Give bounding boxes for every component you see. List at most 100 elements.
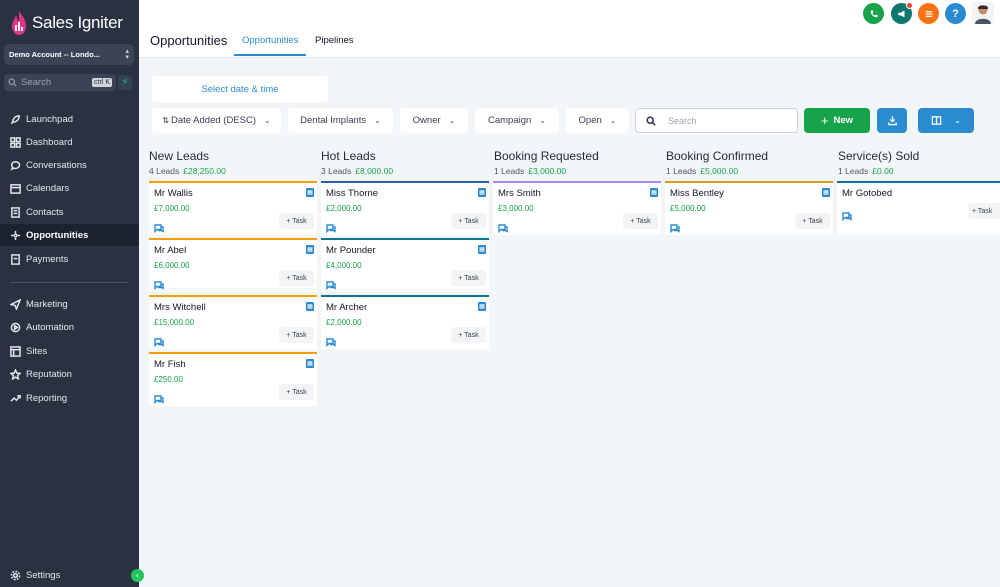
sidebar-item-marketing[interactable]: Marketing: [0, 293, 139, 315]
opportunity-card[interactable]: Mrs Witchell £15,000.00 ▦ + Task: [149, 295, 317, 349]
star-icon: [9, 368, 21, 380]
calendar-icon[interactable]: ▦: [306, 359, 314, 368]
card-name: Miss Bentley: [670, 188, 724, 199]
chevron-down-icon: ⌄: [954, 116, 961, 125]
sidebar-item-dashboard[interactable]: Dashboard: [0, 131, 139, 153]
chat-icon[interactable]: [154, 220, 164, 234]
owner-dropdown[interactable]: Owner ⌄: [400, 108, 468, 133]
add-task-button[interactable]: + Task: [623, 213, 658, 229]
add-task-button[interactable]: + Task: [968, 203, 1000, 219]
opportunity-card[interactable]: Mr Wallis £7,000.00 ▦ + Task: [149, 181, 317, 235]
chat-icon[interactable]: [326, 334, 336, 348]
column-total: £8,000.00: [355, 166, 394, 176]
add-task-button[interactable]: + Task: [451, 213, 486, 229]
chat-icon[interactable]: [154, 334, 164, 348]
sidebar-item-automation[interactable]: Automation: [0, 316, 139, 338]
new-opportunity-button[interactable]: + New: [804, 108, 870, 133]
sidebar: Sales Igniter Demo Account -- Londo... ▴…: [0, 0, 139, 587]
card-name: Mrs Smith: [498, 188, 541, 199]
chevron-down-icon: ⌄: [609, 116, 617, 125]
opportunity-card[interactable]: Mr Abel £6,000.00 ▦ + Task: [149, 238, 317, 292]
user-avatar[interactable]: [972, 2, 994, 24]
collapse-sidebar-button[interactable]: ‹: [131, 569, 144, 582]
card-name: Mr Pounder: [326, 245, 376, 256]
opportunity-card[interactable]: Mr Gotobed + Task: [837, 181, 1000, 235]
calendar-icon[interactable]: ▦: [478, 302, 486, 311]
phone-icon[interactable]: [863, 3, 884, 24]
add-task-button[interactable]: + Task: [279, 213, 314, 229]
plus-icon: +: [820, 113, 829, 128]
opportunity-card[interactable]: Mr Archer £2,000.00 ▦ + Task: [321, 295, 489, 349]
opportunity-card[interactable]: Miss Thorne £2,000.00 ▦ + Task: [321, 181, 489, 235]
chat-icon[interactable]: [498, 220, 508, 234]
tab-opportunities[interactable]: Opportunities: [242, 35, 299, 46]
campaign-dropdown[interactable]: Campaign ⌄: [475, 108, 559, 133]
sidebar-item-payments[interactable]: Payments: [0, 248, 139, 270]
opportunities-icon: [9, 229, 21, 241]
logo[interactable]: Sales Igniter: [10, 10, 123, 36]
automation-icon: [9, 321, 21, 333]
add-task-button[interactable]: + Task: [279, 327, 314, 343]
sidebar-divider: [10, 282, 128, 283]
sidebar-item-conversations[interactable]: Conversations: [0, 154, 139, 176]
view-toggle-button[interactable]: ⌄: [918, 108, 974, 133]
search-placeholder: Search: [21, 77, 52, 88]
sidebar-item-settings[interactable]: Settings: [0, 564, 139, 586]
sidebar-item-calendars[interactable]: Calendars: [0, 177, 139, 199]
opportunity-card[interactable]: Mr Fish £250.00 ▦ + Task: [149, 352, 317, 406]
sidebar-item-sites[interactable]: Sites: [0, 340, 139, 362]
chat-icon[interactable]: [154, 277, 164, 291]
card-amount: £3,000.00: [498, 204, 534, 213]
sidebar-item-label: Reporting: [26, 392, 68, 404]
pipeline-column: Service(s) Sold 1 Leads £0.00: [838, 149, 1000, 177]
sidebar-item-label: Conversations: [26, 159, 87, 171]
add-task-button[interactable]: + Task: [451, 327, 486, 343]
add-task-button[interactable]: + Task: [451, 270, 486, 286]
card-name: Mr Gotobed: [842, 188, 893, 199]
calendar-icon[interactable]: ▦: [306, 302, 314, 311]
chat-icon[interactable]: [326, 277, 336, 291]
add-task-button[interactable]: + Task: [279, 384, 314, 400]
opportunity-search-input[interactable]: Search: [635, 108, 798, 133]
calendar-icon[interactable]: ▦: [650, 188, 658, 197]
chevron-left-icon: ‹: [136, 570, 139, 580]
sidebar-item-launchpad[interactable]: Launchpad: [0, 108, 139, 130]
column-meta: 1 Leads £0.00: [838, 166, 1000, 177]
calendar-icon[interactable]: ▦: [478, 188, 486, 197]
account-switcher[interactable]: Demo Account -- Londo... ▴ ▾: [4, 44, 134, 65]
sidebar-search[interactable]: Search ctrl K: [4, 74, 116, 91]
sidebar-item-reporting[interactable]: Reporting: [0, 387, 139, 409]
chat-icon[interactable]: [326, 220, 336, 234]
sidebar-item-contacts[interactable]: Contacts: [0, 201, 139, 223]
sidebar-item-label: Marketing: [26, 298, 68, 310]
chat-icon[interactable]: [670, 220, 680, 234]
card-amount: £250.00: [154, 375, 183, 384]
help-icon[interactable]: ?: [945, 3, 966, 24]
date-time-picker[interactable]: Select date & time: [152, 76, 328, 102]
tab-pipelines[interactable]: Pipelines: [315, 35, 354, 46]
add-task-button[interactable]: + Task: [279, 270, 314, 286]
sidebar-item-opportunities[interactable]: Opportunities: [0, 224, 139, 246]
card-amount: £6,000.00: [154, 261, 190, 270]
sort-dropdown[interactable]: ⇅ Date Added (DESC) ⌄: [152, 108, 281, 133]
opportunity-card[interactable]: Mrs Smith £3,000.00 ▦ + Task: [493, 181, 661, 235]
lead-count: 1 Leads: [666, 166, 697, 176]
download-button[interactable]: [877, 108, 907, 133]
calendar-icon[interactable]: ▦: [478, 245, 486, 254]
pipeline-dropdown[interactable]: Dental Implants ⌄: [288, 108, 393, 133]
chat-icon[interactable]: [842, 208, 852, 222]
calendar-icon[interactable]: ▦: [306, 245, 314, 254]
calendar-icon[interactable]: ▦: [822, 188, 830, 197]
chat-icon[interactable]: [154, 391, 164, 405]
opportunity-card[interactable]: Mr Pounder £4,000.00 ▦ + Task: [321, 238, 489, 292]
status-dropdown[interactable]: Open ⌄: [566, 108, 629, 133]
list-icon[interactable]: [918, 3, 939, 24]
lightning-icon[interactable]: ⚡: [118, 75, 132, 90]
sidebar-item-reputation[interactable]: Reputation: [0, 363, 139, 385]
add-task-button[interactable]: + Task: [795, 213, 830, 229]
chevron-down-icon: ⌄: [539, 116, 546, 125]
calendar-icon[interactable]: ▦: [306, 188, 314, 197]
lead-count: 1 Leads: [838, 166, 869, 176]
column-total: £28,250.00: [183, 166, 226, 176]
opportunity-card[interactable]: Miss Bentley £5,000.00 ▦ + Task: [665, 181, 833, 235]
